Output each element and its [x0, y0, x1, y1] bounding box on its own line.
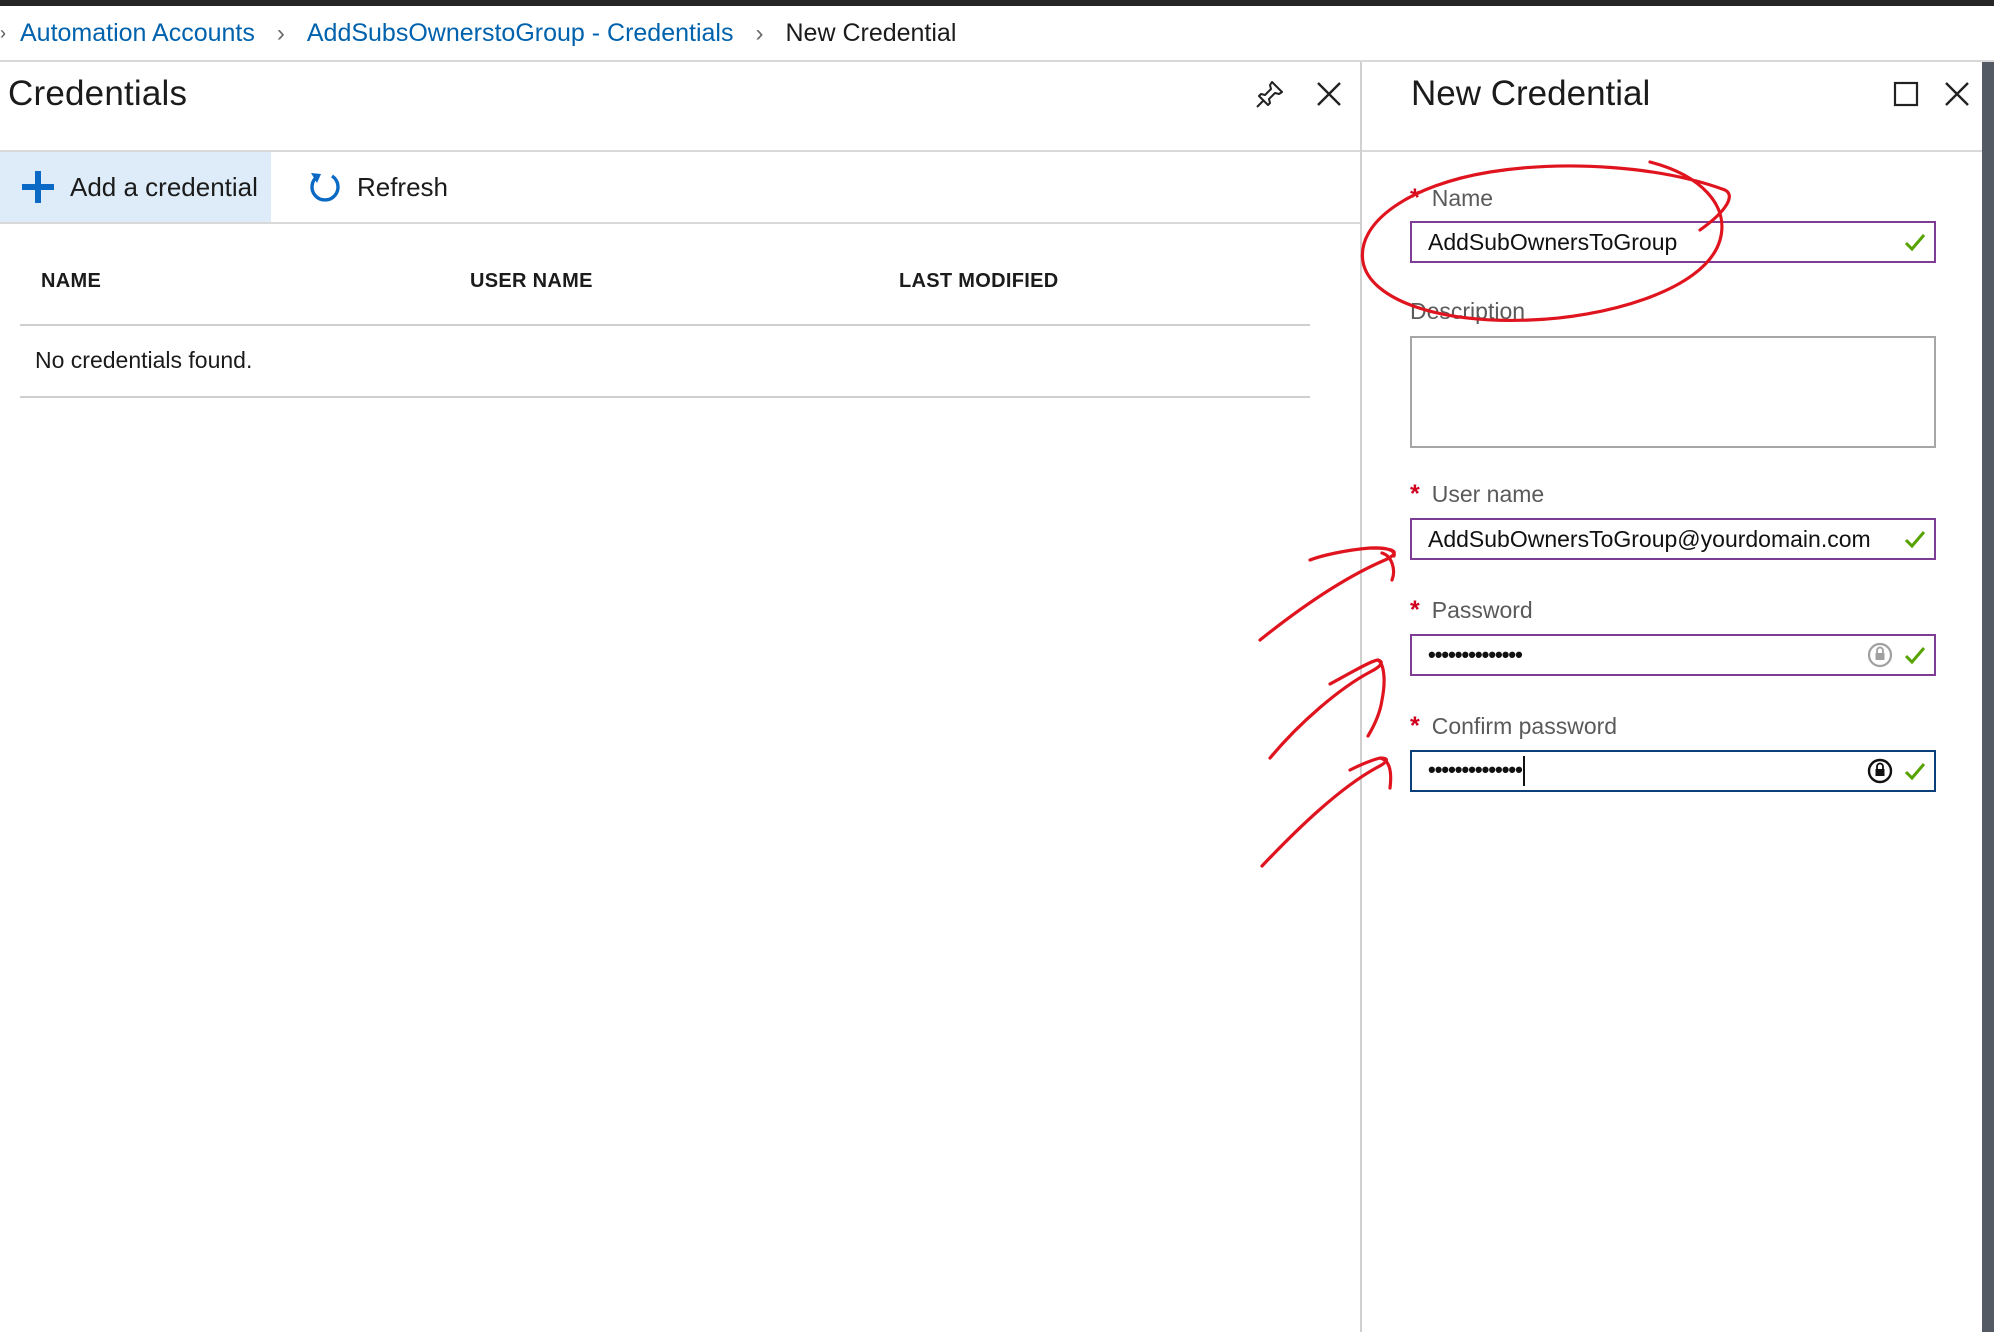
credentials-blade: Credentials Add a credential Refresh NAM…	[0, 62, 1360, 1332]
description-label: Description	[1410, 298, 1526, 324]
text-caret	[1522, 756, 1525, 786]
refresh-icon	[308, 169, 343, 205]
blade-header-divider	[1362, 150, 1982, 152]
grid-header: NAME USER NAME LAST MODIFIED	[20, 242, 1310, 326]
refresh-button[interactable]: Refresh	[288, 152, 448, 222]
close-icon[interactable]	[1937, 74, 1977, 114]
password-input[interactable]: ••••••••••••••	[1410, 634, 1936, 676]
column-header-last-modified[interactable]: LAST MODIFIED	[899, 270, 1058, 293]
password-input-value: ••••••••••••••	[1428, 642, 1523, 667]
add-credential-button[interactable]: Add a credential	[0, 152, 271, 222]
blade-title: New Credential	[1411, 74, 1651, 113]
username-input-value: AddSubOwnersToGroup@yourdomain.com	[1428, 525, 1871, 552]
refresh-label: Refresh	[356, 171, 448, 202]
close-icon[interactable]	[1309, 74, 1349, 114]
required-marker: *	[1410, 480, 1420, 508]
column-header-user-name[interactable]: USER NAME	[470, 270, 593, 293]
empty-message: No credentials found.	[35, 347, 253, 373]
username-label: * User name	[1410, 480, 1545, 508]
checkmark-icon	[1902, 526, 1928, 552]
password-label: * Password	[1410, 596, 1533, 624]
name-input-value: AddSubOwnersToGroup	[1428, 228, 1678, 255]
plus-icon	[20, 169, 56, 205]
username-input[interactable]: AddSubOwnersToGroup@yourdomain.com	[1410, 518, 1936, 560]
chevron-right-icon: ›	[755, 19, 764, 47]
password-lock-icon	[1866, 640, 1894, 670]
required-marker: *	[1410, 712, 1420, 740]
checkmark-icon	[1902, 642, 1928, 668]
blade-title: Credentials	[8, 74, 188, 113]
checkmark-icon	[1902, 758, 1928, 784]
confirm-password-input[interactable]: ••••••••••••••	[1410, 750, 1936, 792]
maximize-icon[interactable]	[1886, 74, 1926, 114]
new-credential-blade: New Credential * Name AddSubOwnersToGroup…	[1362, 62, 1982, 1332]
name-input[interactable]: AddSubOwnersToGroup	[1410, 221, 1936, 263]
column-header-name[interactable]: NAME	[41, 270, 101, 293]
chevron-right-icon: ›	[276, 19, 285, 47]
pin-icon[interactable]	[1250, 74, 1290, 114]
breadcrumb-overflow-icon: ›	[0, 23, 6, 43]
add-credential-label: Add a credential	[70, 171, 258, 202]
confirm-password-label: * Confirm password	[1410, 712, 1618, 740]
description-textarea[interactable]	[1410, 336, 1936, 448]
checkmark-icon	[1902, 229, 1928, 255]
breadcrumb-automation-accounts[interactable]: Automation Accounts	[20, 19, 255, 48]
breadcrumb-current: New Credential	[785, 19, 957, 47]
breadcrumb-credentials[interactable]: AddSubsOwnerstoGroup - Credentials	[307, 19, 734, 48]
scrollbar[interactable]	[1982, 62, 1994, 1332]
password-lock-icon	[1866, 756, 1894, 786]
required-marker: *	[1410, 596, 1420, 624]
confirm-password-input-value: ••••••••••••••	[1428, 756, 1866, 786]
breadcrumb: › Automation Accounts › AddSubsOwnerstoG…	[0, 6, 1994, 61]
name-label: * Name	[1410, 184, 1494, 212]
required-marker: *	[1410, 184, 1420, 212]
empty-grid-row: No credentials found.	[20, 326, 1310, 398]
command-bar: Add a credential Refresh	[0, 152, 1360, 224]
